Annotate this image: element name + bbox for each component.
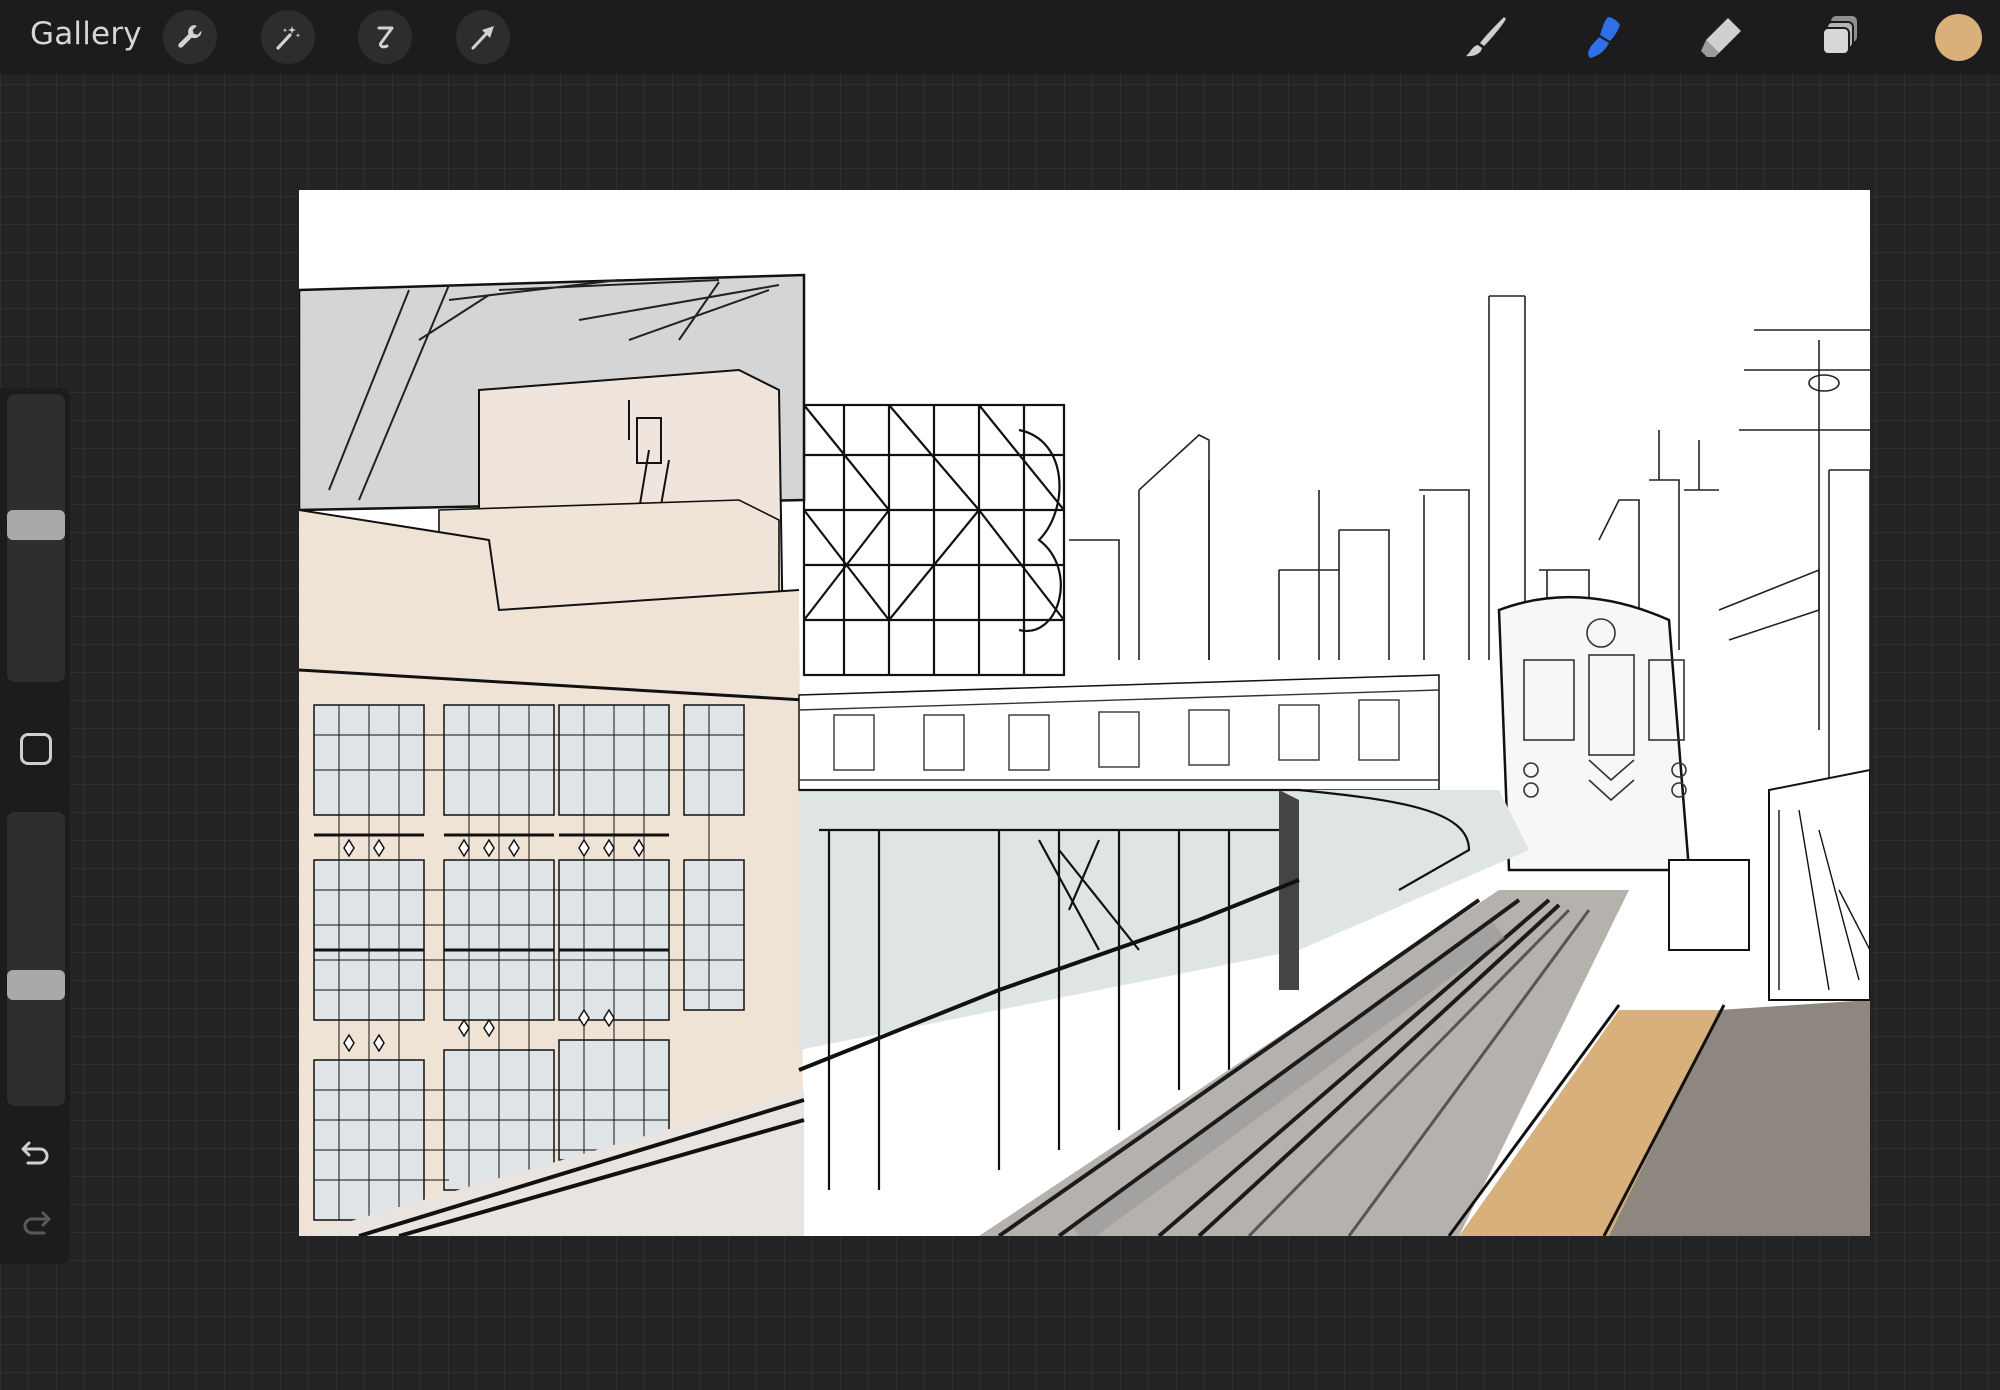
brush-size-slider[interactable] [7, 394, 65, 682]
opacity-slider[interactable] [7, 812, 65, 1106]
brush-tool-button[interactable] [1457, 8, 1515, 66]
selection-icon [377, 26, 394, 49]
transform-arrow-icon [471, 26, 494, 50]
selection-button[interactable] [358, 10, 412, 64]
modify-button[interactable] [20, 733, 52, 765]
top-toolbar: Gallery [0, 0, 2000, 74]
undo-icon[interactable] [18, 1135, 54, 1171]
opacity-thumb[interactable] [7, 970, 65, 1001]
layers-icon [1822, 16, 1857, 55]
transform-button[interactable] [456, 10, 510, 64]
smudge-tool-button[interactable] [1575, 8, 1633, 66]
adjustments-button[interactable] [261, 10, 315, 64]
brush-icon [1466, 17, 1506, 57]
gallery-button[interactable]: Gallery [30, 16, 142, 52]
actions-button[interactable] [163, 10, 217, 64]
drawing-canvas[interactable] [299, 190, 1870, 1236]
smudge-icon [1588, 17, 1620, 58]
layers-button[interactable] [1812, 8, 1870, 66]
wrench-icon [178, 25, 202, 48]
eraser-icon [1701, 18, 1741, 57]
redo-icon[interactable] [18, 1205, 54, 1241]
left-sidebar [0, 388, 70, 1264]
magic-wand-icon [276, 26, 301, 50]
eraser-tool-button[interactable] [1693, 8, 1751, 66]
artwork-illustration [299, 190, 1870, 1236]
color-picker-button[interactable] [1935, 14, 1982, 61]
brush-size-thumb[interactable] [7, 510, 65, 541]
